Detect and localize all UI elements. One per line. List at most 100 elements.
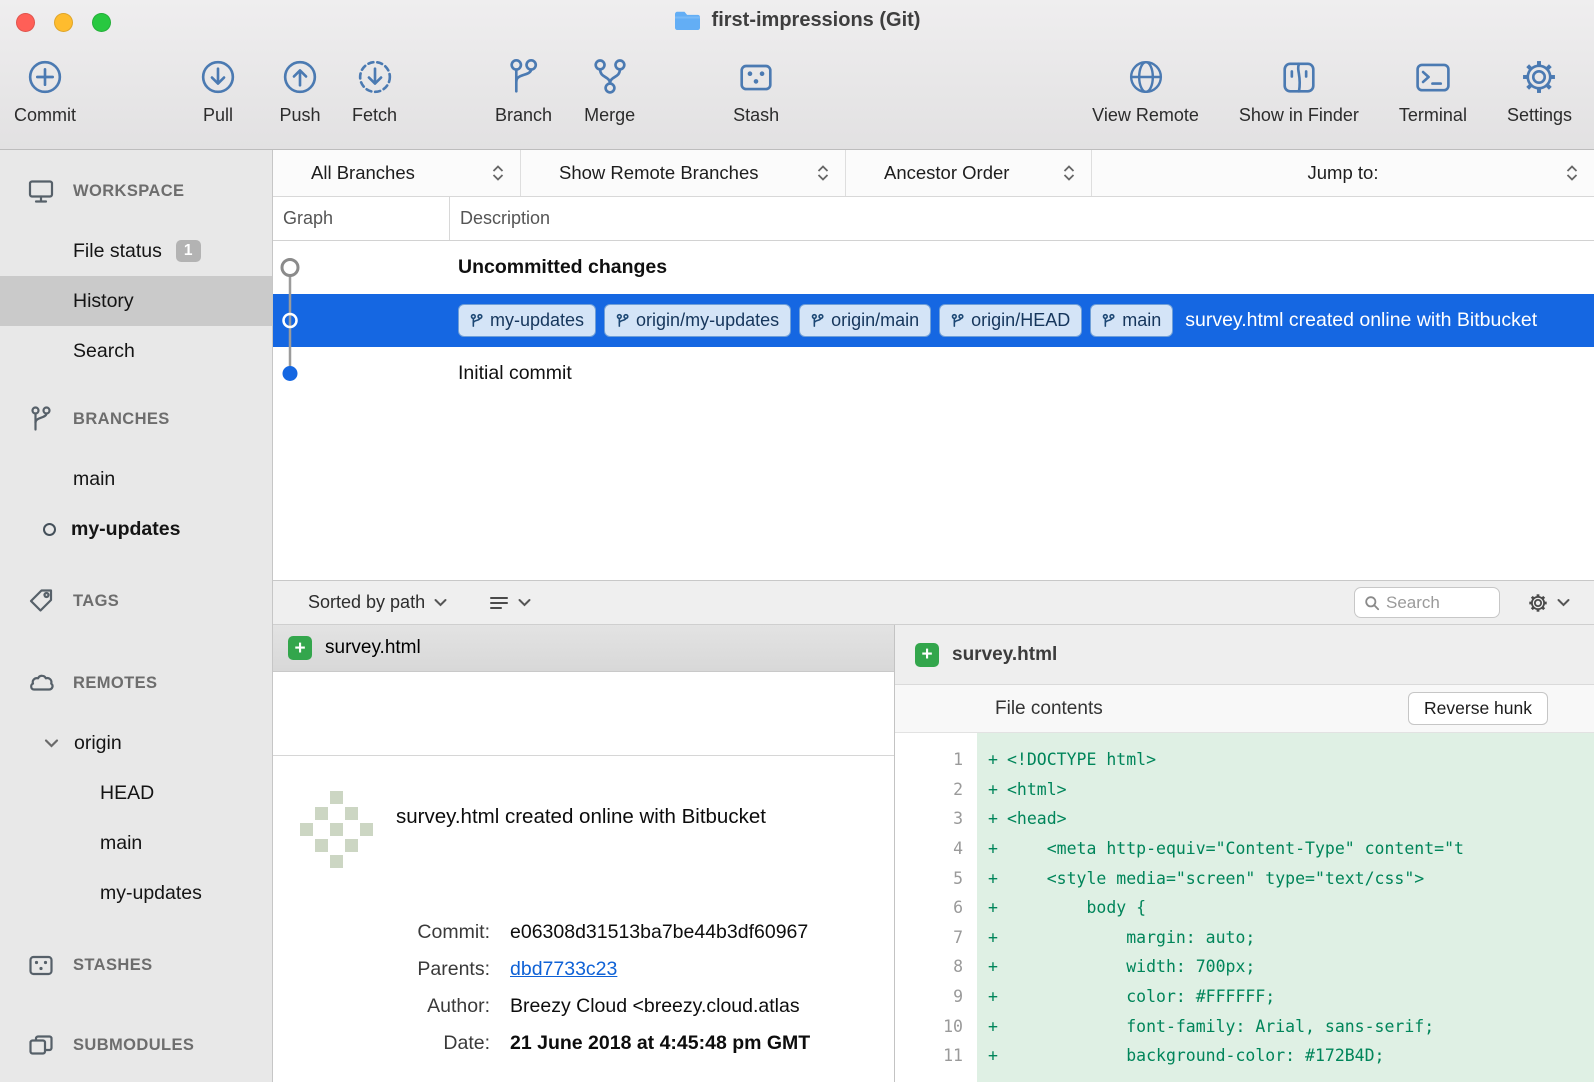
sidebar-section-remotes[interactable]: REMOTES — [0, 666, 272, 700]
commit-description: Initial commit — [273, 362, 572, 385]
dropdown-arrows-icon — [492, 165, 504, 181]
diff-line: 6 + body { — [895, 893, 1594, 923]
branch-badge[interactable]: my-updates — [458, 304, 596, 337]
item-label: File status — [73, 240, 162, 263]
sidebar-item-origin-head[interactable]: HEAD — [0, 768, 272, 818]
chevron-down-icon[interactable] — [44, 738, 59, 748]
selected-commit-content: my-updates origin/my-updates — [458, 304, 1594, 337]
sort-order-dropdown[interactable]: Ancestor Order — [846, 150, 1092, 196]
stash-icon — [734, 52, 778, 102]
file-search-box[interactable] — [1354, 587, 1500, 618]
sidebar: WORKSPACE File status 1 History Search B… — [0, 150, 273, 1082]
sidebar-item-search[interactable]: Search — [0, 326, 272, 376]
sidebar-item-origin-my-updates[interactable]: my-updates — [0, 868, 272, 918]
gear-icon — [1526, 591, 1550, 615]
dropdown-value: All Branches — [311, 162, 415, 184]
globe-icon — [1124, 52, 1168, 102]
remote-branches-dropdown[interactable]: Show Remote Branches — [521, 150, 846, 196]
toolbar-commit-button[interactable]: Commit — [14, 52, 76, 126]
sidebar-item-file-status[interactable]: File status 1 — [0, 226, 272, 276]
sourcetree-window: first-impressions (Git) Commit Pull — [0, 0, 1594, 1082]
sidebar-section-branches[interactable]: BRANCHES — [0, 402, 272, 436]
diff-code-text: font-family: Arial, sans-serif; — [1007, 1017, 1434, 1036]
changed-file-row[interactable]: + survey.html — [273, 625, 894, 672]
file-list-empty-area — [273, 672, 894, 755]
jump-to-dropdown[interactable]: Jump to: — [1092, 150, 1594, 196]
section-label: SUBMODULES — [73, 1036, 194, 1055]
section-label: WORKSPACE — [73, 182, 184, 201]
sidebar-section-workspace[interactable]: WORKSPACE — [0, 174, 272, 208]
column-header-description[interactable]: Description — [450, 208, 550, 229]
diff-file-header[interactable]: + survey.html — [895, 625, 1594, 685]
sidebar-item-branch-my-updates[interactable]: my-updates — [0, 504, 272, 554]
toolbar-label: Terminal — [1399, 105, 1467, 126]
section-label: BRANCHES — [73, 410, 170, 429]
commit-row-initial[interactable]: Initial commit — [273, 347, 1594, 400]
branch-badge-label: main — [1122, 310, 1161, 331]
sidebar-item-remote-origin[interactable]: origin — [0, 718, 272, 768]
toolbar-label: Push — [279, 105, 320, 126]
item-label: my-updates — [71, 518, 180, 541]
branch-scope-dropdown[interactable]: All Branches — [273, 150, 521, 196]
item-label: my-updates — [100, 882, 202, 905]
commit-details-top: survey.html created online with Bitbucke… — [300, 791, 886, 877]
toolbar-view-remote-button[interactable]: View Remote — [1092, 52, 1199, 126]
commit-row-selected[interactable]: my-updates origin/my-updates — [273, 294, 1594, 347]
toolbar-show-in-finder-button[interactable]: Show in Finder — [1239, 52, 1359, 126]
toolbar-label: Show in Finder — [1239, 105, 1359, 126]
toolbar-label: Commit — [14, 105, 76, 126]
branch-badge[interactable]: origin/my-updates — [604, 304, 791, 337]
search-input[interactable] — [1386, 593, 1486, 613]
toolbar-branch-button[interactable]: Branch — [495, 52, 552, 126]
commit-message: survey.html created online with Bitbucke… — [1185, 309, 1537, 332]
bottom-panes: + survey.html — [273, 625, 1594, 1082]
sidebar-section-stashes[interactable]: STASHES — [0, 948, 272, 982]
submodules-icon — [25, 1030, 56, 1060]
diff-content: 1 + <!DOCTYPE html> 2 + <html> 3 — [895, 733, 1594, 1082]
branch-badges: my-updates origin/my-updates — [458, 304, 1173, 337]
branch-icon — [1102, 313, 1115, 329]
toolbar-stash-button[interactable]: Stash — [733, 52, 779, 126]
section-label: STASHES — [73, 956, 153, 975]
toolbar-settings-button[interactable]: Settings — [1507, 52, 1572, 126]
view-options-dropdown[interactable] — [489, 595, 531, 611]
sidebar-section-tags[interactable]: TAGS — [0, 584, 272, 618]
sort-by-dropdown[interactable]: Sorted by path — [308, 592, 447, 613]
branch-icon — [811, 313, 824, 329]
file-actions-dropdown[interactable] — [1526, 591, 1570, 615]
parent-commit-link[interactable]: dbd7733c23 — [510, 958, 617, 980]
diff-code-text: <!DOCTYPE html> — [1007, 750, 1156, 769]
file-status-count-badge: 1 — [176, 240, 201, 263]
section-label: REMOTES — [73, 674, 157, 693]
reverse-hunk-button[interactable]: Reverse hunk — [1408, 692, 1548, 725]
sidebar-item-history[interactable]: History — [0, 276, 272, 326]
diff-line: 3 + <head> — [895, 804, 1594, 834]
sidebar-section-submodules[interactable]: SUBMODULES — [0, 1028, 272, 1062]
diff-line-number: 2 — [895, 780, 977, 799]
branch-badge[interactable]: main — [1090, 304, 1173, 337]
branch-badge[interactable]: origin/main — [799, 304, 931, 337]
toolbar-terminal-button[interactable]: Terminal — [1399, 52, 1467, 126]
toolbar-merge-button[interactable]: Merge — [584, 52, 635, 126]
author-value: Breezy Cloud <breezy.cloud.atlas — [510, 995, 886, 1018]
file-list-pane: + survey.html — [273, 625, 895, 1082]
hunk-header: File contents Reverse hunk — [895, 685, 1594, 733]
diff-line: 8 + width: 700px; — [895, 952, 1594, 982]
gear-icon — [1517, 52, 1561, 102]
commit-row-uncommitted[interactable]: Uncommitted changes — [273, 241, 1594, 294]
branch-badge-label: my-updates — [490, 310, 584, 331]
diff-added-sign: + — [977, 869, 1007, 888]
chevron-down-icon — [1557, 598, 1570, 607]
diff-line-number: 3 — [895, 809, 977, 828]
toolbar-push-button[interactable]: Push — [278, 52, 322, 126]
sidebar-item-origin-main[interactable]: main — [0, 818, 272, 868]
branch-badge[interactable]: origin/HEAD — [939, 304, 1082, 337]
toolbar-fetch-button[interactable]: Fetch — [352, 52, 397, 126]
sidebar-item-branch-main[interactable]: main — [0, 454, 272, 504]
toolbar-label: Settings — [1507, 105, 1572, 126]
column-header-graph[interactable]: Graph — [273, 197, 450, 240]
toolbar-label: Merge — [584, 105, 635, 126]
folder-icon — [674, 10, 701, 31]
toolbar-pull-button[interactable]: Pull — [196, 52, 240, 126]
tags-icon — [25, 586, 56, 616]
